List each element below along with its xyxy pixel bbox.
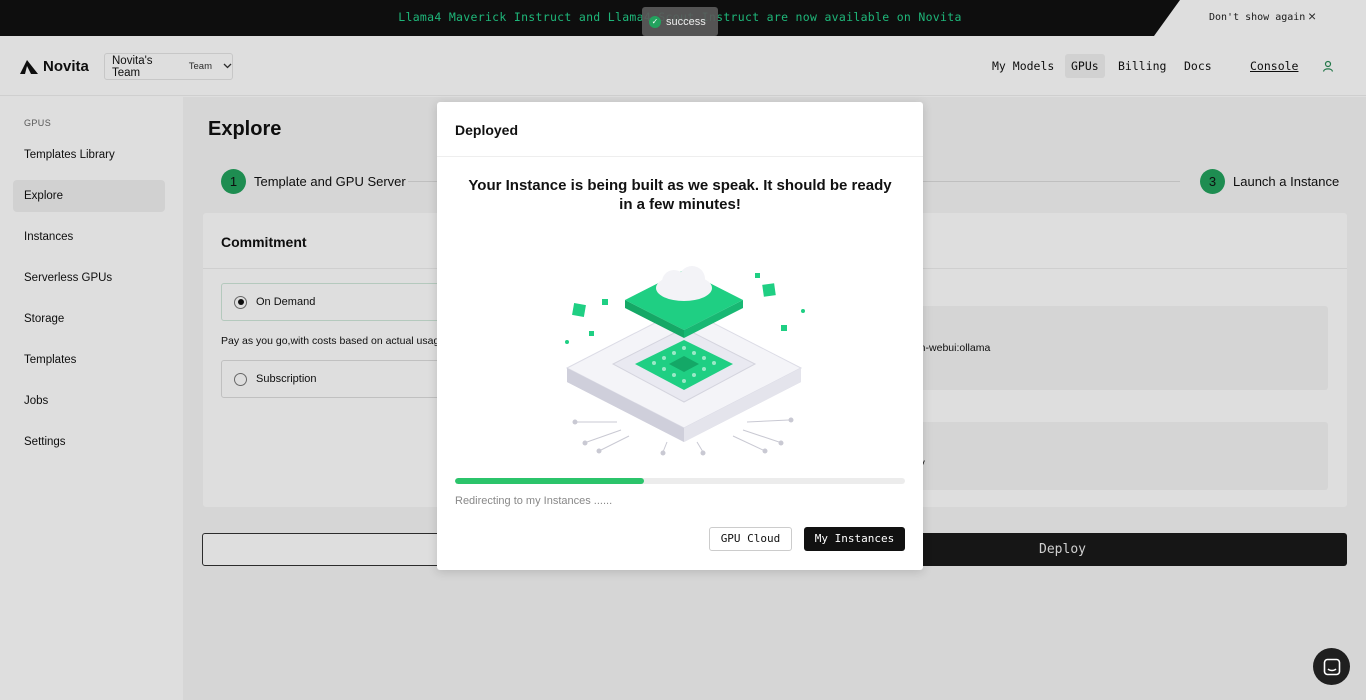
- success-toast: ✓ success: [642, 7, 718, 36]
- modal-title: Deployed: [455, 122, 519, 138]
- toast-text: success: [666, 15, 706, 28]
- gpu-cloud-button[interactable]: GPU Cloud: [709, 527, 792, 551]
- check-circle-icon: ✓: [649, 15, 661, 28]
- chat-launcher[interactable]: [1313, 648, 1350, 685]
- progress-fill: [455, 478, 644, 484]
- server-illustration: [565, 266, 805, 456]
- progress-bar: [455, 478, 905, 484]
- divider: [437, 156, 923, 157]
- redirect-text: Redirecting to my Instances ......: [455, 495, 613, 507]
- chat-icon: [1323, 658, 1340, 675]
- my-instances-button[interactable]: My Instances: [804, 527, 905, 551]
- deployed-modal: Deployed Your Instance is being built as…: [437, 102, 923, 570]
- modal-heading: Your Instance is being built as we speak…: [468, 177, 892, 213]
